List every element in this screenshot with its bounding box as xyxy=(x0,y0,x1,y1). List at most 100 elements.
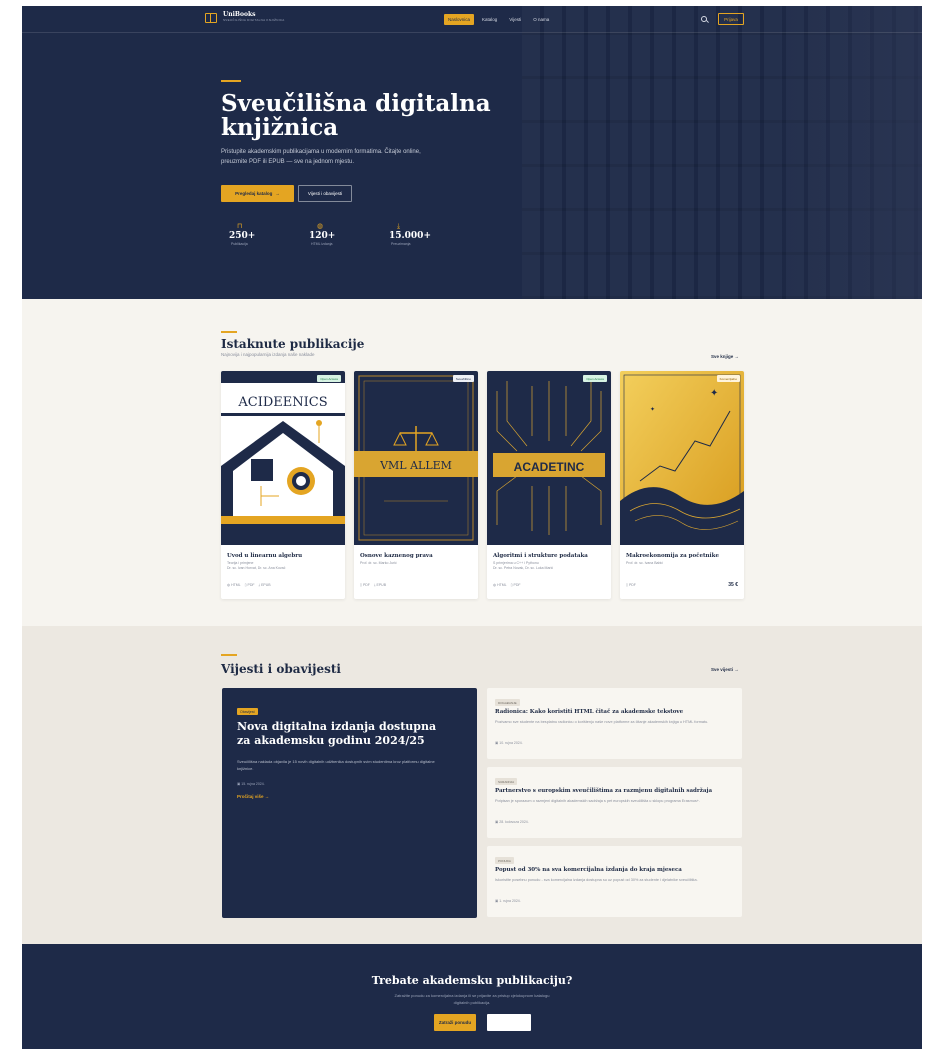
featured-subtitle: Najnovija i najpopularnija izdanja naše … xyxy=(221,352,315,357)
news-item[interactable]: PONUDA Popust od 30% na sva komercijalna… xyxy=(487,846,742,917)
format-pdf[interactable]: ▯ PDF xyxy=(360,583,370,587)
news-tag: PONUDA xyxy=(495,857,514,864)
svg-text:✦: ✦ xyxy=(650,406,655,413)
format-epub[interactable]: ⤓ EPUB xyxy=(374,583,386,587)
news-excerpt: Pozivamo sve studente na besplatnu radio… xyxy=(495,720,709,724)
stat-label: HTML izdanja xyxy=(311,242,333,246)
accent-bar xyxy=(221,80,241,82)
news-headline: Popust od 30% na sva komercijalna izdanj… xyxy=(495,867,682,873)
nav-item-catalog[interactable]: Katalog xyxy=(478,14,501,25)
news-tag: Obavijest xyxy=(237,708,258,715)
cta-section: Trebate akademsku publikaciju? Zatražite… xyxy=(22,944,922,1049)
cover-art: ACIDEENICS xyxy=(221,371,345,545)
book-card[interactable]: VML ALLEM Sveučilišno Osnove kaznenog pr… xyxy=(354,371,478,599)
book-cover: VML ALLEM Sveučilišno xyxy=(354,371,478,545)
book-authors: Dr. sc. Petra Novak, Dr. sc. Luka Marić xyxy=(493,566,554,570)
news-excerpt: Potpisan je sporazum o razmjeni digitaln… xyxy=(495,799,701,803)
read-more-link[interactable]: Pročitaj više → xyxy=(237,794,269,799)
news-headline: Radionica: Kako koristiti HTML čitač za … xyxy=(495,709,684,715)
svg-text:✦: ✦ xyxy=(710,388,718,399)
news-tag: SURADNJA xyxy=(495,778,518,785)
format-pdf[interactable]: ▯ PDF xyxy=(245,583,255,587)
format-label: PDF xyxy=(628,583,636,587)
news-date: ▣ 28. kolovoza 2024. xyxy=(495,820,529,824)
read-more-label: Pročitaj više xyxy=(237,794,264,799)
news-button[interactable]: Vijesti i obavijesti xyxy=(298,185,352,202)
news-headline: Nova digitalna izdanja dostupna za akade… xyxy=(237,720,437,747)
search-icon[interactable] xyxy=(701,16,707,22)
stat-publications: ⊓ 250+ Publikacija xyxy=(221,223,301,247)
all-books-label: Sve knjige xyxy=(711,354,734,359)
browse-catalog-label: Pregledaj katalog xyxy=(235,191,273,196)
calendar-icon: ▣ xyxy=(495,741,499,745)
news-date-text: 15. rujna 2024. xyxy=(241,782,265,786)
news-tag: DOGAĐANJE xyxy=(495,699,520,706)
nav-item-home[interactable]: Naslovnica xyxy=(444,14,475,25)
book-card[interactable]: ✦ ✦ Komercijalno Makroekonomija za počet… xyxy=(620,371,744,599)
cover-title-text: ACIDEENICS xyxy=(237,395,327,410)
file-icon: ▯ xyxy=(360,583,362,587)
browse-catalog-button[interactable]: Pregledaj katalog → xyxy=(221,185,294,202)
logo[interactable]: UniBooks SVEUČILIŠNA DIGITALNA KNJIŽNICA xyxy=(205,11,285,23)
format-pdf[interactable]: ▯ PDF xyxy=(511,583,521,587)
news-excerpt: Iskoristite posebnu ponudu - sva komerci… xyxy=(495,878,698,882)
accent-bar xyxy=(221,654,237,656)
navbar: UniBooks SVEUČILIŠNA DIGITALNA KNJIŽNICA… xyxy=(22,6,922,33)
request-offer-button[interactable]: Zatraži ponudu xyxy=(434,1014,476,1031)
nav-item-about[interactable]: O nama xyxy=(529,14,553,25)
format-list: ▯ PDF xyxy=(626,583,636,587)
book-details: Prof. dr. sc. Marko Jurić xyxy=(360,561,472,566)
access-badge: Open Access xyxy=(317,375,341,382)
access-badge: Komercijalno xyxy=(716,375,740,382)
calendar-icon: ▣ xyxy=(495,820,499,824)
all-news-label: Sve vijesti xyxy=(711,667,734,672)
download-icon: ⤓ xyxy=(373,583,376,587)
book-title: Algoritmi i strukture podataka xyxy=(493,553,588,559)
file-icon: ▯ xyxy=(244,583,247,587)
featured-news-card[interactable]: Obavijest Nova digitalna izdanja dostupn… xyxy=(222,688,477,918)
news-item[interactable]: DOGAĐANJE Radionica: Kako koristiti HTML… xyxy=(487,688,742,759)
accent-bar xyxy=(221,331,237,333)
stat-label: Preuzimanja xyxy=(391,242,411,246)
format-html[interactable]: ◍ HTML xyxy=(227,583,241,587)
format-label: PDF xyxy=(247,583,255,587)
file-icon: ▯ xyxy=(626,583,628,587)
featured-section: Istaknute publikacije Najnovija i najpop… xyxy=(22,299,922,626)
format-list: ◍ HTML ▯ PDF ⤓ EPUB xyxy=(227,583,271,587)
logo-name: UniBooks xyxy=(223,11,256,18)
news-title: Vijesti i obavijesti xyxy=(221,662,341,676)
logo-tagline: SVEUČILIŠNA DIGITALNA KNJIŽNICA xyxy=(223,18,285,22)
arrow-right-icon: → xyxy=(275,191,280,196)
nav-item-news[interactable]: Vijesti xyxy=(505,14,525,25)
book-icon xyxy=(205,13,217,23)
book-card[interactable]: ACIDEENICS Open Access Uvod u linearnu a… xyxy=(221,371,345,599)
news-excerpt: Sveučilišna naklada objavila je 15 novih… xyxy=(237,759,435,771)
download-icon: ⤓ xyxy=(258,583,261,587)
format-list: ◍ HTML ▯ PDF xyxy=(493,583,521,587)
book-title: Makroekonomija za početnike xyxy=(626,553,719,559)
stat-html: ◍ 120+ HTML izdanja xyxy=(301,223,381,247)
login-button[interactable]: Prijava xyxy=(718,13,744,25)
book-details: Teorija i primjene Dr. sc. Ivan Horvat, … xyxy=(227,561,339,571)
all-books-link[interactable]: Sve knjige → xyxy=(711,354,739,359)
format-epub[interactable]: ⤓ EPUB xyxy=(259,583,271,587)
hero-title: Sveučilišna digitalna knjižnica xyxy=(221,90,491,141)
globe-icon: ◍ xyxy=(227,583,231,587)
cta-text: Zatražite ponudu za komercijalna izdanja… xyxy=(394,993,550,1005)
news-item[interactable]: SURADNJA Partnerstvo s europskim sveučil… xyxy=(487,767,742,838)
stat-value: 120+ xyxy=(309,231,336,241)
cover-title-text: ACADETINC xyxy=(514,460,585,474)
globe-icon: ◍ xyxy=(493,583,497,587)
book-card[interactable]: ACADETINC Open Access Algoritmi i strukt… xyxy=(487,371,611,599)
cover-art: ✦ ✦ xyxy=(620,371,744,545)
secondary-cta-button[interactable] xyxy=(487,1014,531,1031)
book-cover: ACADETINC Open Access xyxy=(487,371,611,545)
format-label: PDF xyxy=(513,583,521,587)
all-news-link[interactable]: Sve vijesti → xyxy=(711,667,739,672)
page: UniBooks SVEUČILIŠNA DIGITALNA KNJIŽNICA… xyxy=(22,6,922,1049)
hero-section: UniBooks SVEUČILIŠNA DIGITALNA KNJIŽNICA… xyxy=(22,6,922,299)
format-list: ▯ PDF ⤓ EPUB xyxy=(360,583,386,587)
book-authors: Prof. dr. sc. Ivana Babić xyxy=(626,561,663,565)
format-pdf[interactable]: ▯ PDF xyxy=(626,583,636,587)
format-html[interactable]: ◍ HTML xyxy=(493,583,507,587)
